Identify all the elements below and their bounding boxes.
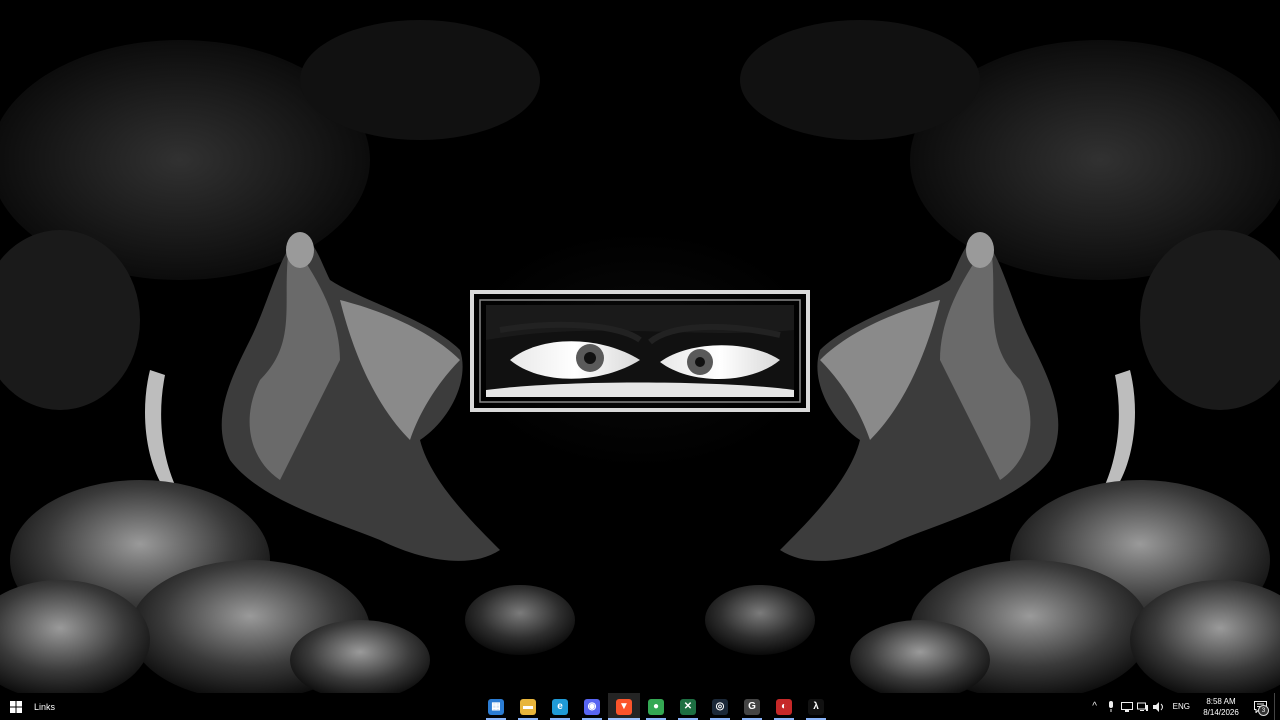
taskbar: Links ▦ ▬ e ◉ ▼ ● ✕ ◎ G ◐ λ ^ ENG 8:58 AM 8/14/202… xyxy=(0,693,1280,720)
volume-icon[interactable] xyxy=(1151,693,1167,720)
taskbar-app-epic-g[interactable]: G xyxy=(736,693,768,720)
taskbar-app-lambda-app[interactable]: λ xyxy=(800,693,832,720)
desktop-wallpaper xyxy=(0,0,1280,693)
taskbar-app-chrome[interactable]: ● xyxy=(640,693,672,720)
taskbar-app-brave[interactable]: ▼ xyxy=(608,693,640,720)
pinned-apps: ▦ ▬ e ◉ ▼ ● ✕ ◎ G ◐ λ xyxy=(480,693,832,720)
file-explorer-icon: ▬ xyxy=(520,698,536,715)
system-tray: ^ ENG 8:58 AM 8/14/2026 3 xyxy=(1087,693,1280,720)
show-desktop-button[interactable] xyxy=(1274,693,1280,720)
taskbar-app-red-app[interactable]: ◐ xyxy=(768,693,800,720)
microphone-icon[interactable] xyxy=(1103,693,1119,720)
excel-like-icon: ✕ xyxy=(680,698,696,715)
remote-display-icon[interactable] xyxy=(1119,693,1135,720)
lambda-app-icon: λ xyxy=(808,698,824,715)
notification-center-button[interactable]: 3 xyxy=(1246,693,1274,720)
notification-count-badge: 3 xyxy=(1258,705,1269,716)
network-icon[interactable] xyxy=(1135,693,1151,720)
microsoft-store-icon: ▦ xyxy=(488,698,504,715)
clock[interactable]: 8:58 AM 8/14/2026 xyxy=(1196,696,1246,718)
left-clouds-art xyxy=(0,480,575,693)
wallpaper-art xyxy=(0,20,1280,693)
right-clouds-art xyxy=(705,480,1280,693)
red-app-icon: ◐ xyxy=(776,698,792,715)
clock-time: 8:58 AM xyxy=(1206,696,1236,706)
taskbar-app-excel-like[interactable]: ✕ xyxy=(672,693,704,720)
taskbar-app-edge[interactable]: e xyxy=(544,693,576,720)
steam-icon: ◎ xyxy=(712,698,728,715)
chevron-up-icon[interactable]: ^ xyxy=(1087,693,1103,720)
taskbar-app-microsoft-store[interactable]: ▦ xyxy=(480,693,512,720)
discord-icon: ◉ xyxy=(584,698,600,715)
links-toolbar[interactable]: Links xyxy=(34,702,74,712)
windows-logo-icon xyxy=(10,700,22,713)
taskbar-app-steam[interactable]: ◎ xyxy=(704,693,736,720)
start-button[interactable] xyxy=(0,693,32,720)
edge-icon: e xyxy=(552,698,568,715)
chrome-icon: ● xyxy=(648,698,664,715)
brave-icon: ▼ xyxy=(616,698,632,715)
language-indicator[interactable]: ENG xyxy=(1173,702,1190,711)
framed-eyes-art xyxy=(470,290,810,412)
taskbar-app-file-explorer[interactable]: ▬ xyxy=(512,693,544,720)
taskbar-app-discord[interactable]: ◉ xyxy=(576,693,608,720)
clock-date: 8/14/2026 xyxy=(1203,707,1239,717)
epic-g-icon: G xyxy=(744,698,760,715)
